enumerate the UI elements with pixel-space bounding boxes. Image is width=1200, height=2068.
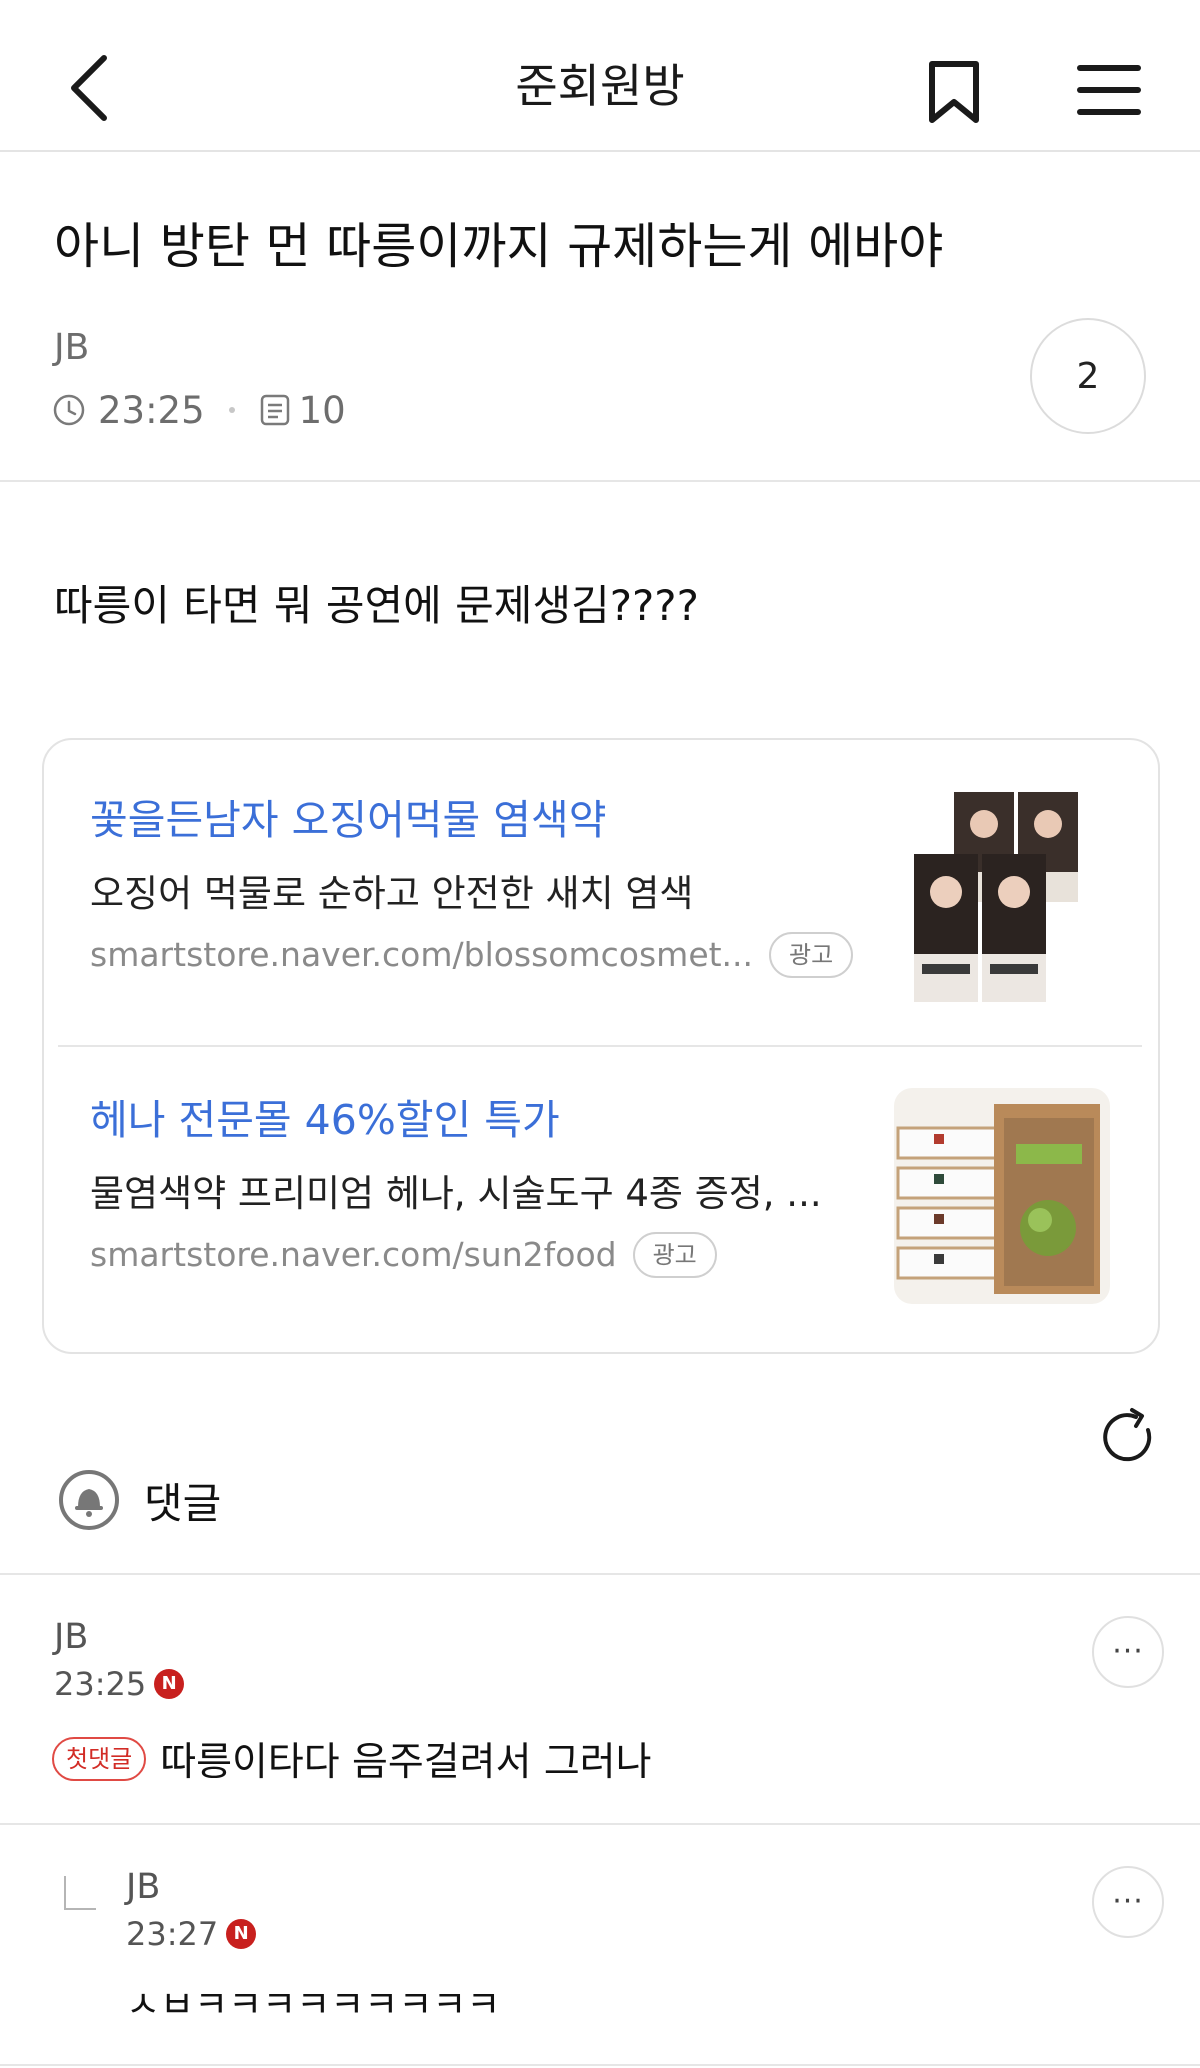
comments-header: 댓글 bbox=[58, 1468, 221, 1532]
comment-more-button[interactable]: ··· bbox=[1092, 1866, 1164, 1938]
comment-content: 첫댓글 따릉이타다 음주걸려서 그러나 bbox=[52, 1728, 652, 1790]
post-time: 23:25 bbox=[98, 388, 205, 432]
comment-more-button[interactable]: ··· bbox=[1092, 1616, 1164, 1688]
post-body: 따릉이 타면 뭐 공연에 문제생김???? bbox=[54, 581, 699, 630]
ad-url[interactable]: smartstore.naver.com/sun2food bbox=[90, 1230, 617, 1280]
new-badge: N bbox=[154, 1669, 185, 1699]
ad-title[interactable]: 헤나 전문몰 46%할인 특가 bbox=[90, 1090, 560, 1150]
divider bbox=[0, 480, 1200, 482]
ad-description[interactable]: 오징어 먹물로 순하고 안전한 새치 염색 bbox=[90, 866, 693, 922]
reply-indicator-icon bbox=[64, 1876, 96, 1910]
meta-separator bbox=[228, 407, 235, 413]
ad-url-row[interactable]: smartstore.naver.com/blossomcosmet... 광고 bbox=[90, 930, 854, 980]
comment-author[interactable]: JB bbox=[54, 1612, 88, 1662]
menu-button[interactable] bbox=[1074, 60, 1144, 120]
henna-box-image bbox=[894, 1088, 1110, 1304]
post-view-count: 10 bbox=[298, 388, 346, 432]
divider bbox=[0, 1823, 1200, 1825]
bookmark-button[interactable] bbox=[920, 56, 990, 126]
ad-title[interactable]: 꽃을든남자 오징어먹물 염색약 bbox=[90, 790, 606, 850]
ad-url[interactable]: smartstore.naver.com/blossomcosmet... bbox=[90, 930, 753, 980]
ad-description[interactable]: 물염색약 프리미엄 헤나, 시술도구 4종 증정, ... bbox=[90, 1166, 860, 1222]
ad-divider bbox=[58, 1045, 1142, 1047]
ad-url-row[interactable]: smartstore.naver.com/sun2food 광고 bbox=[90, 1230, 717, 1280]
comment-time-row: 23:27 N bbox=[126, 1910, 257, 1958]
clock-icon bbox=[53, 394, 85, 426]
comment-text: ㅅㅂㅋㅋㅋㅋㅋㅋㅋㅋㅋ bbox=[126, 1983, 501, 2014]
ad-product-image[interactable] bbox=[914, 792, 1098, 1002]
document-icon bbox=[260, 394, 289, 426]
comment-text: 따릉이타다 음주걸려서 그러나 bbox=[160, 1740, 652, 1785]
new-badge: N bbox=[226, 1919, 257, 1949]
divider bbox=[0, 2064, 1200, 2066]
post-meta: 23:25 10 bbox=[52, 382, 346, 438]
post-author[interactable]: JB bbox=[54, 320, 89, 376]
divider bbox=[0, 1573, 1200, 1575]
hamburger-menu-icon bbox=[1077, 65, 1141, 115]
comment-time: 23:25 bbox=[54, 1665, 147, 1703]
comment-author[interactable]: JB bbox=[126, 1862, 160, 1912]
comments-label: 댓글 bbox=[144, 1478, 222, 1528]
ad-badge: 광고 bbox=[769, 932, 854, 978]
ad-product-image[interactable] bbox=[894, 1088, 1110, 1304]
first-comment-badge: 첫댓글 bbox=[52, 1737, 147, 1781]
bookmark-icon bbox=[929, 61, 979, 123]
comment-count-button[interactable]: 2 bbox=[1030, 318, 1146, 434]
comment-time: 23:27 bbox=[126, 1915, 219, 1953]
ad-badge: 광고 bbox=[632, 1232, 717, 1278]
refresh-icon bbox=[1103, 1408, 1152, 1462]
comment-time-row: 23:25 N bbox=[54, 1660, 185, 1708]
post-title: 아니 방탄 먼 따릉이까지 규제하는게 에바야 bbox=[54, 218, 944, 275]
page-title: 준회원방 bbox=[515, 59, 685, 113]
refresh-button[interactable] bbox=[1098, 1406, 1160, 1468]
hair-dye-box-image bbox=[914, 792, 1078, 1002]
bell-icon[interactable] bbox=[58, 1469, 120, 1531]
